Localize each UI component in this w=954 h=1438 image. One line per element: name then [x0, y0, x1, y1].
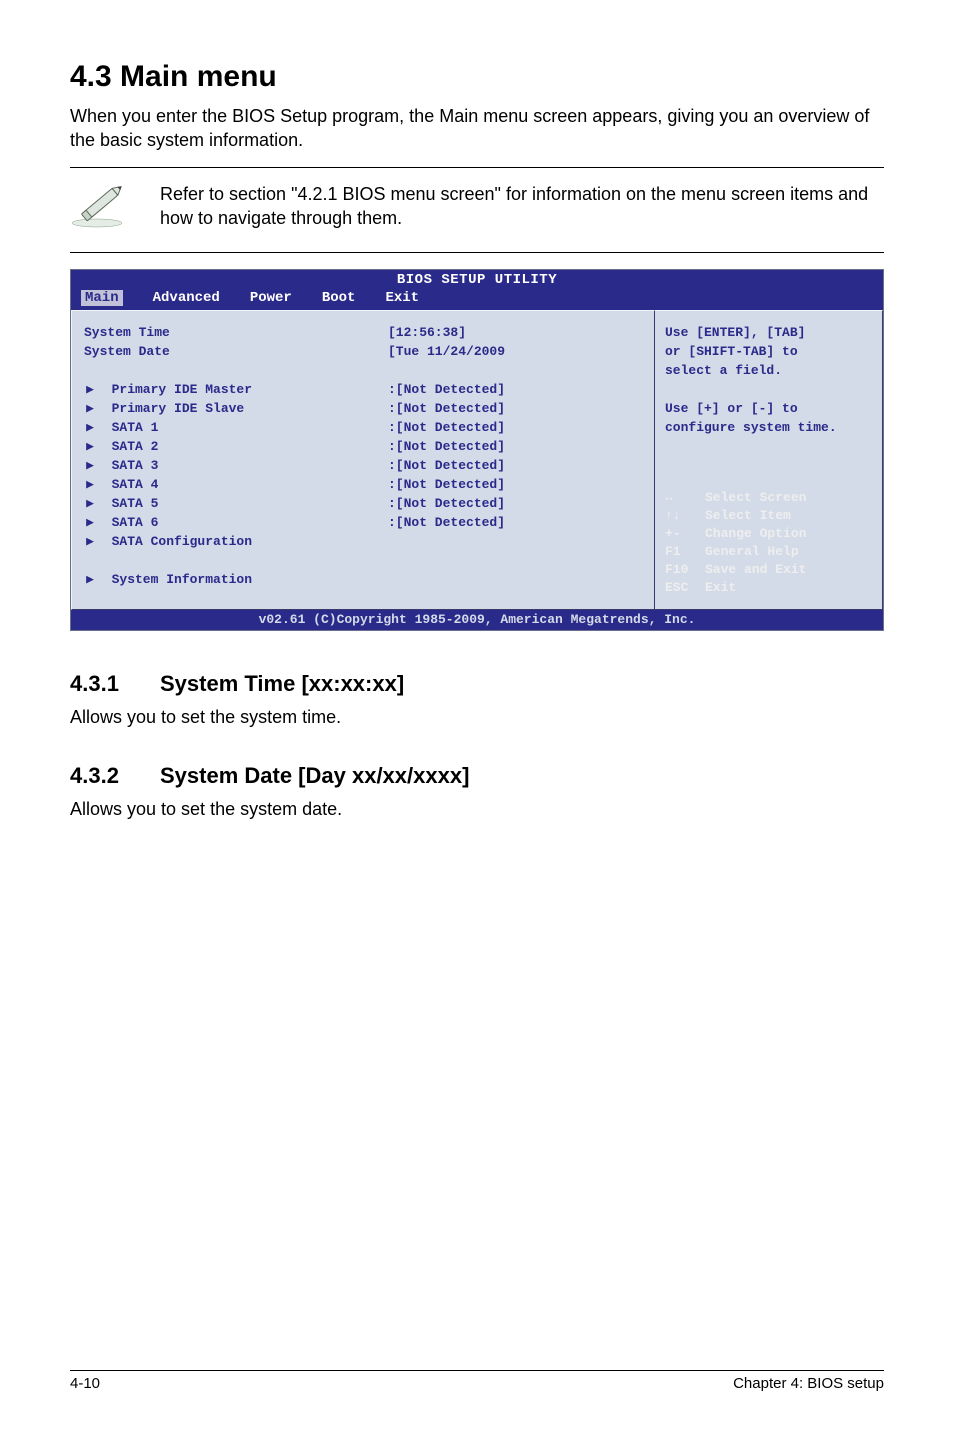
- tab-main[interactable]: Main: [81, 290, 123, 306]
- triangle-icon: ▶: [84, 494, 96, 513]
- bios-help-text: Use [ENTER], [TAB]or [SHIFT-TAB] toselec…: [665, 323, 872, 437]
- bios-row-label: System Time: [84, 323, 384, 342]
- page-number: 4-10: [70, 1375, 100, 1392]
- tab-exit[interactable]: Exit: [385, 290, 419, 306]
- bios-nav-help: ↔Select Screen↑↓Select Item+-Change Opti…: [665, 489, 872, 597]
- bios-row-label[interactable]: ▶ SATA 4: [84, 475, 384, 494]
- triangle-icon: ▶: [84, 418, 96, 437]
- subsection-body: Allows you to set the system date.: [70, 797, 884, 821]
- bios-title: BIOS SETUP UTILITY: [71, 270, 883, 288]
- bios-row-value: [388, 570, 654, 589]
- triangle-icon: ▶: [84, 456, 96, 475]
- bios-row-label[interactable]: ▶ SATA 1: [84, 418, 384, 437]
- bios-row-label: System Date: [84, 342, 384, 361]
- bios-row-value: [Tue 11/24/2009: [388, 342, 654, 361]
- bios-row-label[interactable]: ▶ SATA 3: [84, 456, 384, 475]
- bios-window: BIOS SETUP UTILITY Main Advanced Power B…: [70, 269, 884, 631]
- section-title: 4.3 Main menu: [70, 60, 884, 94]
- triangle-icon: ▶: [84, 532, 96, 551]
- subsection-body: Allows you to set the system time.: [70, 705, 884, 729]
- bios-row-value: [388, 361, 654, 380]
- tab-power[interactable]: Power: [250, 290, 292, 306]
- triangle-icon: ▶: [84, 399, 96, 418]
- bios-footer: v02.61 (C)Copyright 1985-2009, American …: [71, 610, 883, 630]
- bios-row-label[interactable]: ▶ SATA 2: [84, 437, 384, 456]
- triangle-icon: ▶: [84, 475, 96, 494]
- pencil-icon: [70, 182, 132, 228]
- bios-row-value: [12:56:38]: [388, 323, 654, 342]
- bios-row-label[interactable]: ▶ Primary IDE Slave: [84, 399, 384, 418]
- note-text: Refer to section "4.2.1 BIOS menu screen…: [160, 182, 884, 231]
- chapter-label: Chapter 4: BIOS setup: [733, 1375, 884, 1392]
- bios-tabs: Main Advanced Power Boot Exit: [71, 288, 883, 310]
- bios-row-value: :[Not Detected]: [388, 418, 654, 437]
- triangle-icon: ▶: [84, 380, 96, 399]
- bios-row-label[interactable]: ▶ SATA 5: [84, 494, 384, 513]
- bios-row-value: :[Not Detected]: [388, 437, 654, 456]
- bios-row-value: :[Not Detected]: [388, 475, 654, 494]
- tab-boot[interactable]: Boot: [322, 290, 356, 306]
- bios-row-value: :[Not Detected]: [388, 399, 654, 418]
- bios-row-label: [84, 361, 384, 380]
- bios-row-value: [388, 532, 654, 551]
- tab-advanced[interactable]: Advanced: [153, 290, 220, 306]
- bios-row-label: [84, 551, 384, 570]
- bios-row-label[interactable]: ▶ SATA 6: [84, 513, 384, 532]
- triangle-icon: ▶: [84, 513, 96, 532]
- bios-row-label[interactable]: ▶ SATA Configuration: [84, 532, 384, 551]
- note-divider-top: [70, 167, 884, 168]
- triangle-icon: ▶: [84, 570, 96, 589]
- bios-row-value: [388, 551, 654, 570]
- bios-row-value: :[Not Detected]: [388, 494, 654, 513]
- bios-row-label[interactable]: ▶ System Information: [84, 570, 384, 589]
- intro-text: When you enter the BIOS Setup program, t…: [70, 104, 884, 153]
- bios-row-label[interactable]: ▶ Primary IDE Master: [84, 380, 384, 399]
- bios-row-value: :[Not Detected]: [388, 513, 654, 532]
- bios-row-value: :[Not Detected]: [388, 456, 654, 475]
- subsection-heading: 4.3.1System Time [xx:xx:xx]: [70, 671, 884, 697]
- subsection-heading: 4.3.2System Date [Day xx/xx/xxxx]: [70, 763, 884, 789]
- triangle-icon: ▶: [84, 437, 96, 456]
- note-divider-bottom: [70, 252, 884, 253]
- bios-row-value: :[Not Detected]: [388, 380, 654, 399]
